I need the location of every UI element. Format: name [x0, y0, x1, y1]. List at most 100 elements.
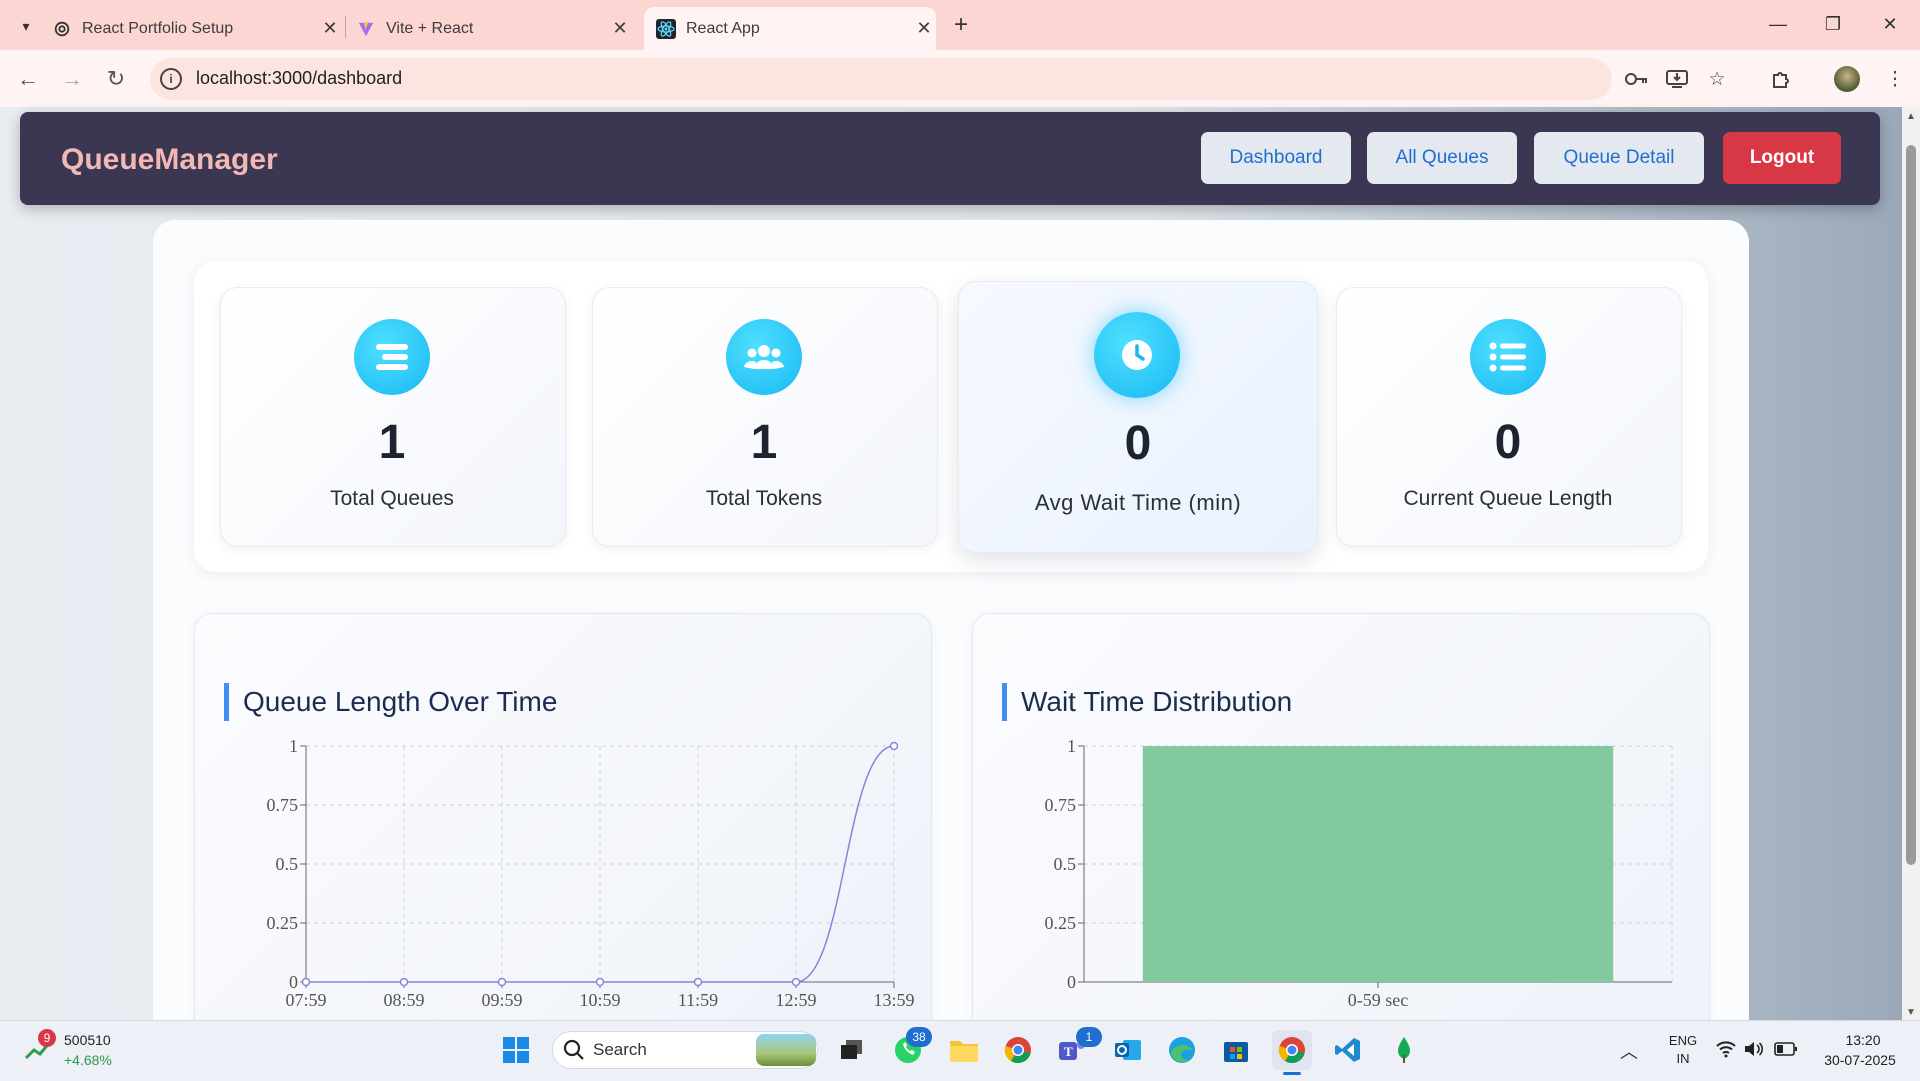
edge-icon[interactable] — [1162, 1030, 1202, 1070]
site-info-icon[interactable]: i — [160, 68, 182, 90]
logout-button[interactable]: Logout — [1723, 132, 1841, 184]
bookmark-star-icon[interactable]: ☆ — [1702, 64, 1732, 94]
windows-start-icon[interactable] — [496, 1030, 536, 1070]
stock-alert-badge: 9 — [38, 1029, 56, 1047]
data-point — [693, 977, 703, 987]
forward-arrow-icon[interactable]: → — [56, 63, 88, 95]
x-tick-label: 09:59 — [481, 990, 522, 1010]
x-tick-label: 10:59 — [579, 990, 620, 1010]
stat-label: Current Queue Length — [1403, 487, 1613, 510]
profile-avatar[interactable] — [1834, 66, 1860, 92]
nav-dashboard-button[interactable]: Dashboard — [1201, 132, 1351, 184]
data-point — [791, 977, 801, 987]
install-app-icon[interactable] — [1662, 64, 1692, 94]
chevron-up-icon[interactable]: ︿ — [1620, 1038, 1638, 1064]
file-explorer-icon[interactable] — [944, 1030, 984, 1070]
close-icon[interactable]: ✕ — [608, 18, 632, 39]
chrome-icon[interactable] — [998, 1030, 1038, 1070]
extensions-icon[interactable] — [1766, 64, 1796, 94]
stat-label: Total Queues — [330, 487, 454, 510]
brand-logo-text[interactable]: QueueManager — [61, 143, 278, 177]
clock-time[interactable]: 13:20 — [1818, 1032, 1908, 1048]
password-key-icon[interactable] — [1622, 64, 1652, 94]
close-window-button[interactable]: ✕ — [1870, 9, 1910, 39]
tab-search-button[interactable]: ▾ — [12, 12, 40, 40]
y-tick-label: 0 — [1067, 972, 1076, 992]
restore-button[interactable]: ❐ — [1813, 9, 1853, 39]
wifi-icon[interactable] — [1716, 1040, 1736, 1063]
outlook-icon[interactable] — [1108, 1030, 1148, 1070]
data-point — [595, 977, 605, 987]
region-code: IN — [1676, 1051, 1690, 1066]
stat-value: 0 — [1124, 417, 1152, 470]
battery-icon[interactable] — [1774, 1041, 1798, 1062]
tab-vite-react[interactable]: Vite + React ✕ — [356, 7, 632, 50]
y-tick-label: 0.25 — [1045, 913, 1077, 933]
scroll-up-arrow-icon[interactable]: ▲ — [1906, 111, 1916, 122]
back-arrow-icon[interactable]: ← — [12, 63, 44, 95]
stat-value: 1 — [750, 416, 778, 469]
whatsapp-badge: 38 — [906, 1027, 932, 1047]
y-tick-label: 1 — [289, 736, 298, 756]
y-tick-label: 0.5 — [1054, 854, 1077, 874]
tab-react-portfolio-setup[interactable]: React Portfolio Setup ✕ — [52, 7, 342, 50]
task-view-icon[interactable] — [832, 1030, 872, 1070]
close-icon[interactable]: ✕ — [912, 18, 936, 39]
x-tick-label: 11:59 — [678, 990, 718, 1010]
teams-badge: 1 — [1076, 1027, 1102, 1047]
vite-icon — [356, 19, 376, 39]
nav-queue-detail-button[interactable]: Queue Detail — [1534, 132, 1704, 184]
tab-title: React App — [686, 19, 760, 37]
search-highlight-image — [756, 1034, 816, 1066]
url-text[interactable]: localhost:3000/dashboard — [196, 68, 402, 89]
tab-react-app[interactable]: React App ✕ — [644, 7, 936, 50]
list-icon — [1470, 319, 1546, 395]
x-tick-label: 13:59 — [873, 990, 914, 1010]
vscode-icon[interactable] — [1328, 1030, 1368, 1070]
tab-separator — [345, 16, 346, 38]
data-point — [889, 741, 899, 751]
chart-title: Wait Time Distribution — [1002, 683, 1292, 721]
nav-all-queues-button[interactable]: All Queues — [1367, 132, 1517, 184]
react-icon — [656, 18, 676, 39]
y-tick-label: 0.75 — [267, 795, 299, 815]
search-icon — [562, 1038, 586, 1062]
data-point — [399, 977, 409, 987]
stat-value: 1 — [378, 416, 406, 469]
bar-chart-wait-time: 0 0.25 0.5 0.75 1 0-59 sec — [1045, 736, 1673, 1010]
svg-text:T: T — [1064, 1044, 1073, 1059]
line-chart-queue-length: 0 0.25 0.5 0.75 1 07:59 08:59 09:59 10:59 11:59 12… — [267, 736, 915, 1010]
y-tick-label: 0.5 — [276, 854, 299, 874]
new-tab-button[interactable]: + — [946, 10, 976, 40]
minimize-button[interactable]: — — [1758, 9, 1798, 39]
search-placeholder: Search — [593, 1040, 647, 1059]
close-icon[interactable]: ✕ — [318, 18, 342, 39]
x-tick-label: 12:59 — [775, 990, 816, 1010]
menu-icon[interactable]: ⋮ — [1880, 64, 1910, 94]
microsoft-store-icon[interactable] — [1216, 1030, 1256, 1070]
stat-label: Avg Wait Time (min) — [1034, 490, 1242, 515]
active-app-indicator — [1283, 1072, 1301, 1075]
openai-icon — [52, 19, 72, 39]
y-tick-label: 0 — [289, 972, 298, 992]
mongodb-icon[interactable] — [1384, 1030, 1424, 1070]
volume-icon[interactable] — [1744, 1040, 1764, 1063]
x-tick-label: 07:59 — [285, 990, 326, 1010]
y-tick-label: 1 — [1067, 736, 1076, 756]
y-tick-label: 0.25 — [267, 913, 299, 933]
chart-title: Queue Length Over Time — [224, 683, 557, 721]
clock-date[interactable]: 30-07-2025 — [1810, 1052, 1910, 1068]
stat-value: 0 — [1494, 416, 1522, 469]
y-tick-label: 0.75 — [1045, 795, 1077, 815]
scroll-down-arrow-icon[interactable]: ▼ — [1906, 1007, 1916, 1018]
reload-icon[interactable]: ↻ — [100, 63, 132, 95]
chrome-profile-icon[interactable] — [1272, 1030, 1312, 1070]
x-tick-label: 08:59 — [383, 990, 424, 1010]
language-indicator[interactable]: ENG IN — [1666, 1032, 1700, 1068]
scrollbar-thumb[interactable] — [1906, 145, 1916, 865]
stock-change: +4.68% — [64, 1052, 112, 1068]
language-code: ENG — [1668, 1033, 1698, 1048]
bars-icon — [354, 319, 430, 395]
stat-label: Total Tokens — [705, 487, 823, 510]
stock-name[interactable]: 500510 — [64, 1032, 111, 1048]
